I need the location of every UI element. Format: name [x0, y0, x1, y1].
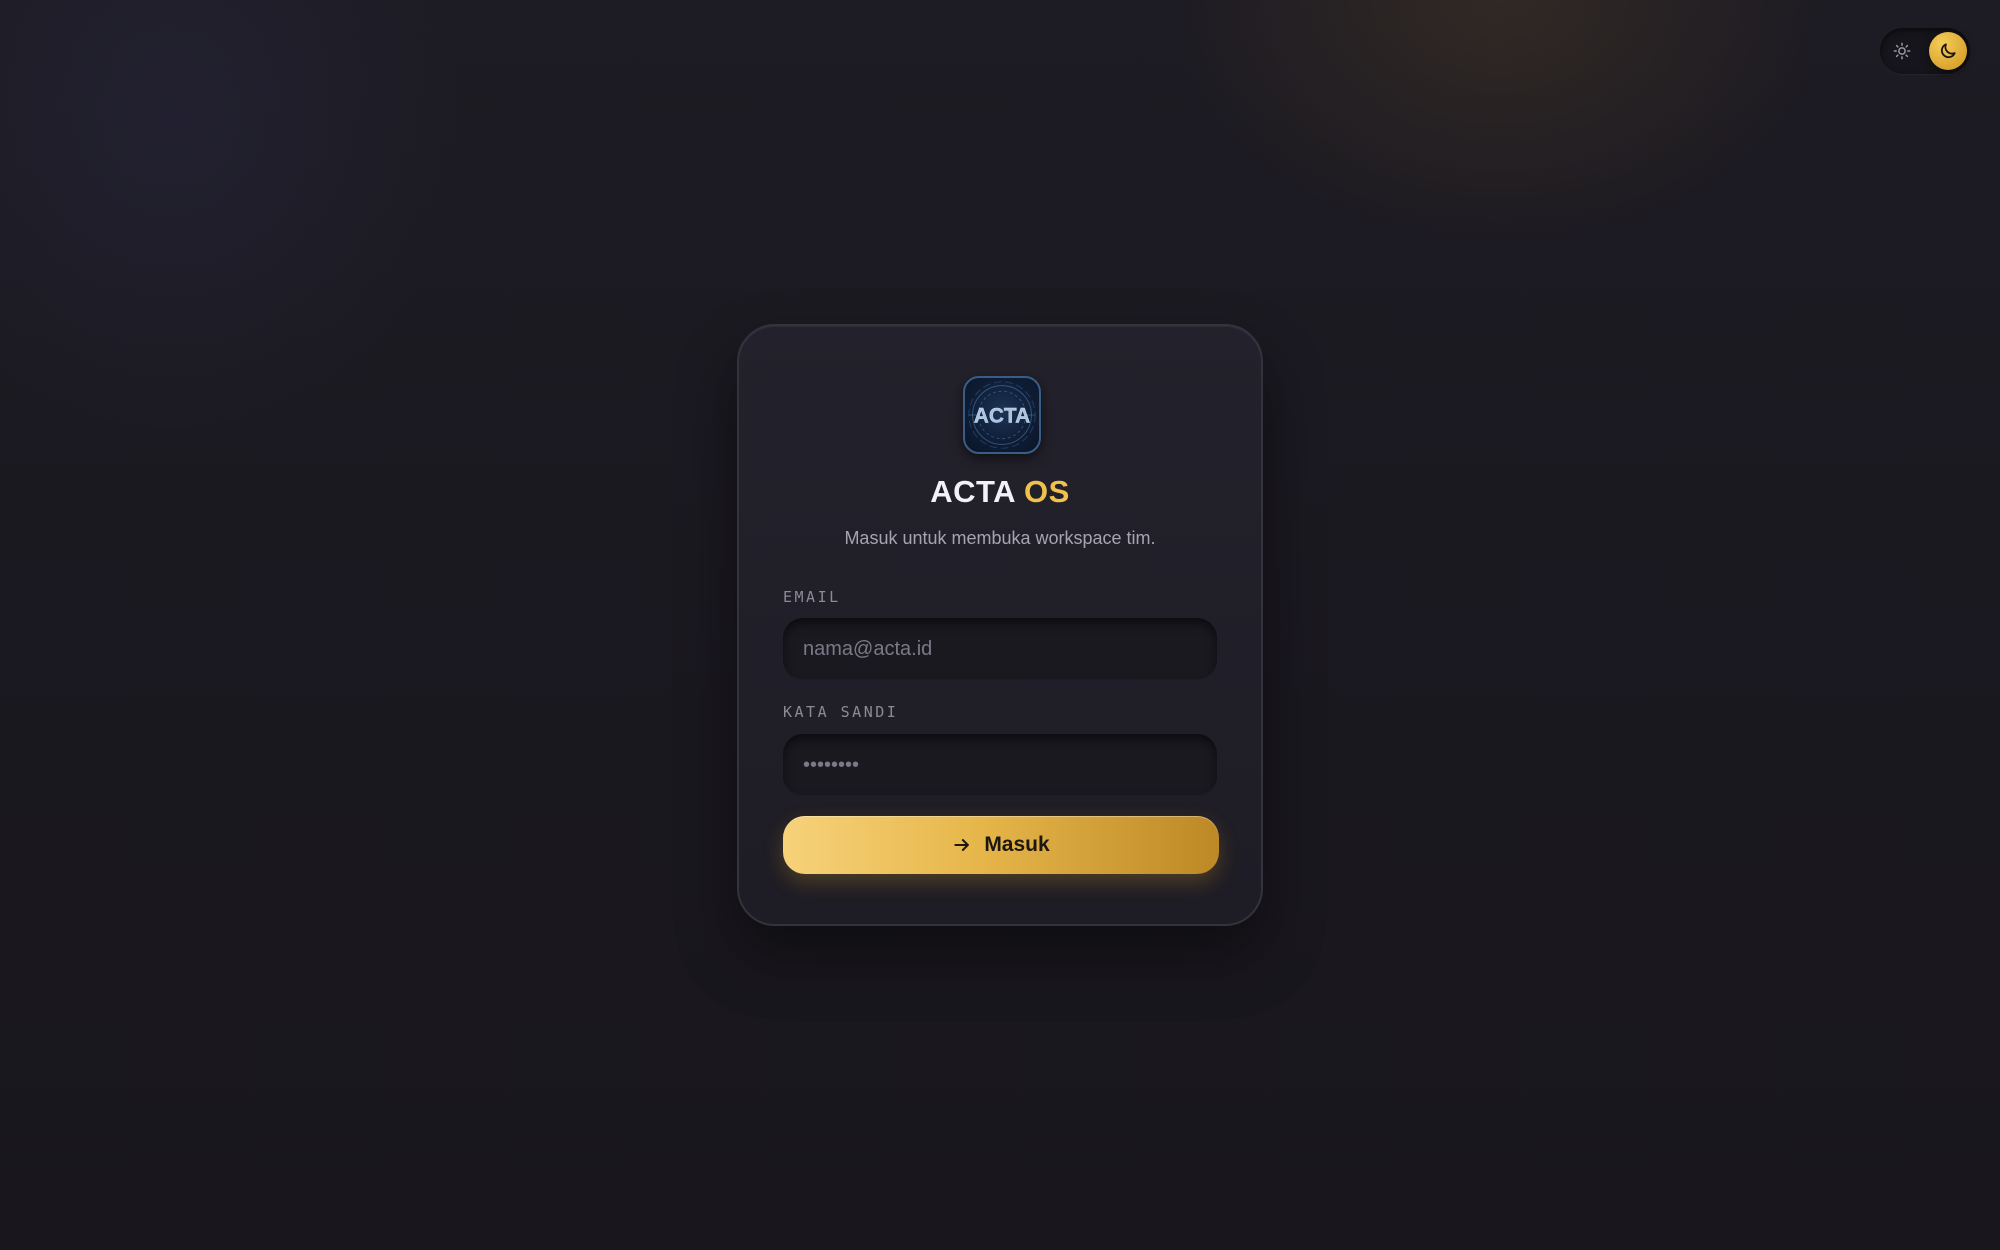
- theme-toggle-knob[interactable]: [1929, 32, 1967, 70]
- sun-icon[interactable]: [1893, 42, 1911, 60]
- password-field-wrapper: [783, 734, 1217, 796]
- logo-text: ACTA: [974, 405, 1030, 428]
- login-button[interactable]: Masuk: [783, 816, 1219, 874]
- password-field[interactable]: [783, 734, 1217, 796]
- login-button-label: Masuk: [984, 833, 1050, 856]
- moon-icon: [1940, 43, 1956, 59]
- theme-toggle[interactable]: [1880, 28, 1970, 74]
- email-field[interactable]: [783, 618, 1217, 680]
- acta-logo: ACTA: [963, 376, 1041, 454]
- title-accent: OS: [1023, 474, 1070, 509]
- subtitle: Masuk untuk membuka workspace tim.: [844, 528, 1156, 548]
- login-card: ACTA ACTA OS Masuk untuk membuka workspa…: [737, 324, 1263, 926]
- title-main: ACTA: [930, 474, 1015, 509]
- arrow-right-icon: [954, 839, 970, 851]
- password-label: KATA SANDI: [783, 703, 899, 721]
- email-field-wrapper: [783, 618, 1217, 680]
- page-title: ACTA OS: [739, 474, 1261, 510]
- email-label: EMAIL: [783, 588, 841, 606]
- acta-logo-graphic: ACTA: [968, 381, 1036, 449]
